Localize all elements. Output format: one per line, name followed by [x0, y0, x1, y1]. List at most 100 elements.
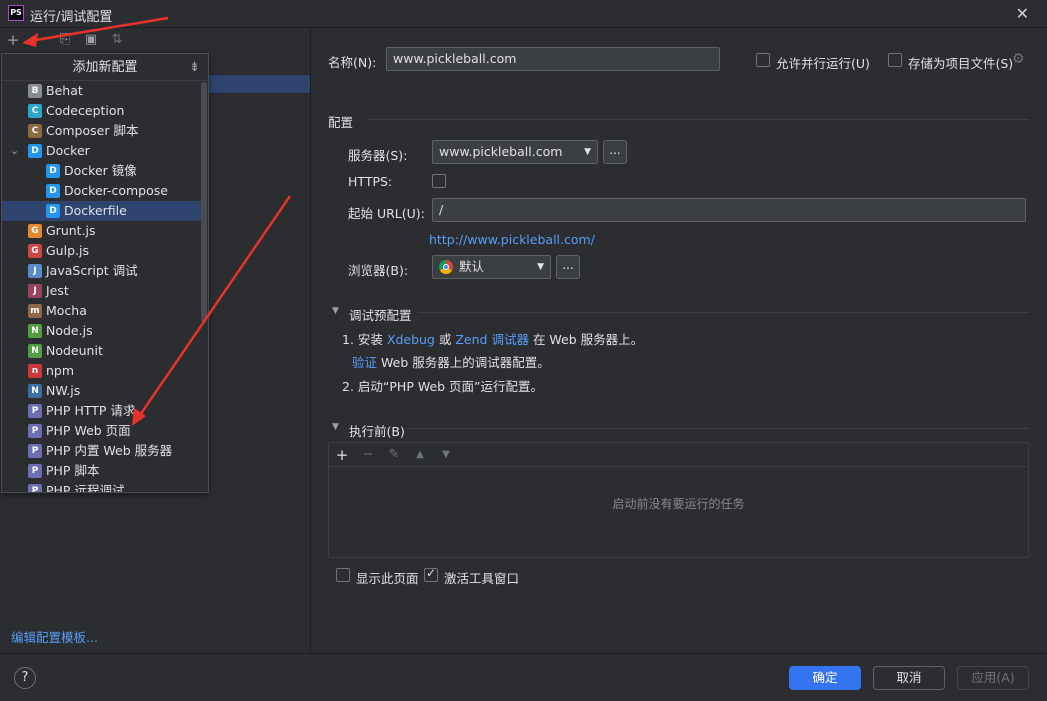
browser-dropdown[interactable]: 默认 ▼	[432, 255, 551, 279]
zend-debugger-link[interactable]: Zend 调试器	[455, 332, 529, 347]
config-type-item[interactable]: J Jest	[2, 281, 202, 301]
server-label: 服务器(S):	[348, 148, 408, 163]
config-type-item[interactable]: P PHP HTTP 请求	[2, 401, 202, 421]
chevron-down-icon: ▼	[537, 262, 544, 272]
browser-more-button[interactable]: ...	[556, 255, 580, 279]
move-down-icon[interactable]: ▼	[437, 446, 455, 464]
config-type-item[interactable]: N NW.js	[2, 381, 202, 401]
start-url-label: 起始 URL(U):	[348, 206, 425, 221]
config-type-item[interactable]: n npm	[2, 361, 202, 381]
before-launch-section-title[interactable]: 执行前(B)	[349, 421, 405, 440]
docker-icon: D	[28, 144, 42, 158]
https-label: HTTPS:	[348, 174, 393, 189]
tasks-empty-text: 启动前没有要运行的任务	[612, 497, 745, 511]
before-launch-divider	[407, 428, 1029, 429]
copy-configuration-icon[interactable]: ⎘	[56, 31, 74, 49]
browser-label: 浏览器(B):	[348, 263, 409, 278]
popup-scrollbar[interactable]	[201, 82, 207, 322]
configuration-type-list: B Behat C Codeception C Composer 脚本 ⌄ D Docker D D…	[2, 81, 202, 492]
config-type-item[interactable]: C Composer 脚本	[2, 121, 202, 141]
config-type-item[interactable]: J JavaScript 调试	[2, 261, 202, 281]
config-type-label: Grunt.js	[46, 223, 96, 238]
chevron-down-icon: ▼	[584, 147, 591, 157]
config-type-item[interactable]: N Nodeunit	[2, 341, 202, 361]
server-dropdown[interactable]: www.pickleball.com ▼	[432, 140, 598, 164]
activate-tool-window-checkbox[interactable]	[424, 566, 438, 582]
config-type-item[interactable]: P PHP 内置 Web 服务器	[2, 441, 202, 461]
popup-header: 添加新配置 ⇟	[2, 54, 208, 81]
edit-templates-link[interactable]: 编辑配置模板...	[11, 627, 98, 646]
config-type-item[interactable]: ⌄ D Docker	[2, 141, 202, 161]
config-type-label: Docker-compose	[64, 183, 168, 198]
step1-suffix: 在 Web 服务器上。	[532, 332, 644, 347]
name-field[interactable]: www.pickleball.com	[386, 47, 720, 71]
ok-button[interactable]: 确定	[789, 666, 861, 690]
xdebug-link[interactable]: Xdebug	[387, 332, 435, 347]
php-icon: P	[28, 424, 42, 438]
php-icon: P	[28, 404, 42, 418]
add-configuration-icon[interactable]: +	[4, 31, 22, 49]
server-value: www.pickleball.com	[439, 144, 563, 159]
add-task-icon[interactable]: +	[333, 446, 351, 464]
config-type-label: Codeception	[46, 103, 125, 118]
nodeunit-icon: N	[28, 344, 42, 358]
php-icon: P	[28, 464, 42, 478]
allow-parallel-checkbox[interactable]	[756, 53, 770, 67]
debug-collapse-chevron-icon[interactable]: ▼	[332, 306, 339, 316]
sort-icon[interactable]: ⇅	[108, 31, 126, 49]
before-launch-tasks: + − ✎ ▲ ▼ 启动前没有要运行的任务	[328, 442, 1029, 558]
resolved-url-link[interactable]: http://www.pickleball.com/	[429, 232, 595, 247]
name-label: 名称(N):	[328, 55, 377, 70]
config-type-label: Gulp.js	[46, 243, 89, 258]
browser-value: 默认	[459, 259, 485, 274]
php-icon: P	[28, 484, 42, 492]
or-text: 或	[438, 332, 452, 347]
config-type-item[interactable]: P PHP Web 页面	[2, 421, 202, 441]
apply-button[interactable]: 应用(A)	[957, 666, 1029, 690]
config-type-item[interactable]: m Mocha	[2, 301, 202, 321]
config-type-item[interactable]: B Behat	[2, 81, 202, 101]
server-more-button[interactable]: ...	[603, 140, 627, 164]
config-type-item[interactable]: D Dockerfile	[2, 201, 202, 221]
config-type-item[interactable]: G Grunt.js	[2, 221, 202, 241]
config-type-item[interactable]: N Node.js	[2, 321, 202, 341]
config-type-item[interactable]: D Docker-compose	[2, 181, 202, 201]
move-up-icon[interactable]: ▲	[411, 446, 429, 464]
show-this-page-checkbox[interactable]	[336, 568, 350, 582]
selected-configuration-row[interactable]	[208, 75, 310, 93]
mocha-icon: m	[28, 304, 42, 318]
configuration-form: 名称(N): www.pickleball.com 允许并行运行(U) 存储为项…	[312, 28, 1047, 653]
help-button[interactable]: ?	[14, 667, 36, 689]
collapse-all-icon[interactable]: ⇟	[189, 54, 200, 81]
config-type-label: Composer 脚本	[46, 123, 139, 138]
config-type-item[interactable]: D Docker 镜像	[2, 161, 202, 181]
composer-icon: C	[28, 124, 42, 138]
config-type-item[interactable]: G Gulp.js	[2, 241, 202, 261]
close-icon[interactable]: ✕	[1016, 4, 1029, 23]
config-type-item[interactable]: P PHP 脚本	[2, 461, 202, 481]
https-checkbox[interactable]	[432, 174, 446, 188]
config-type-label: Docker 镜像	[64, 163, 137, 178]
javascript-debug-icon: J	[28, 264, 42, 278]
activate-tool-window-label: 激活工具窗口	[444, 571, 520, 586]
popup-title: 添加新配置	[72, 60, 138, 75]
debug-section-title[interactable]: 调试预配置	[349, 305, 412, 324]
behat-icon: B	[28, 84, 42, 98]
store-as-project-file-label: 存储为项目文件(S)	[908, 56, 1014, 71]
edit-task-icon[interactable]: ✎	[385, 446, 403, 464]
configurations-toolbar: + ⎘ ▣ ⇅	[0, 28, 311, 54]
chevron-down-icon[interactable]: ⌄	[10, 141, 19, 161]
step1-prefix: 1. 安装	[342, 332, 383, 347]
verify-link[interactable]: 验证	[352, 355, 377, 370]
config-type-item[interactable]: C Codeception	[2, 101, 202, 121]
store-as-project-file-checkbox[interactable]	[888, 53, 902, 67]
remove-task-icon[interactable]: −	[359, 446, 377, 464]
before-launch-collapse-chevron-icon[interactable]: ▼	[332, 422, 339, 432]
cancel-button[interactable]: 取消	[873, 666, 945, 690]
config-type-item[interactable]: P PHP 远程调试	[2, 481, 202, 492]
nwjs-icon: N	[28, 384, 42, 398]
gear-icon[interactable]: ⚙	[1012, 51, 1025, 67]
grunt-icon: G	[28, 224, 42, 238]
folder-icon[interactable]: ▣	[82, 31, 100, 49]
start-url-field[interactable]: /	[432, 198, 1026, 222]
